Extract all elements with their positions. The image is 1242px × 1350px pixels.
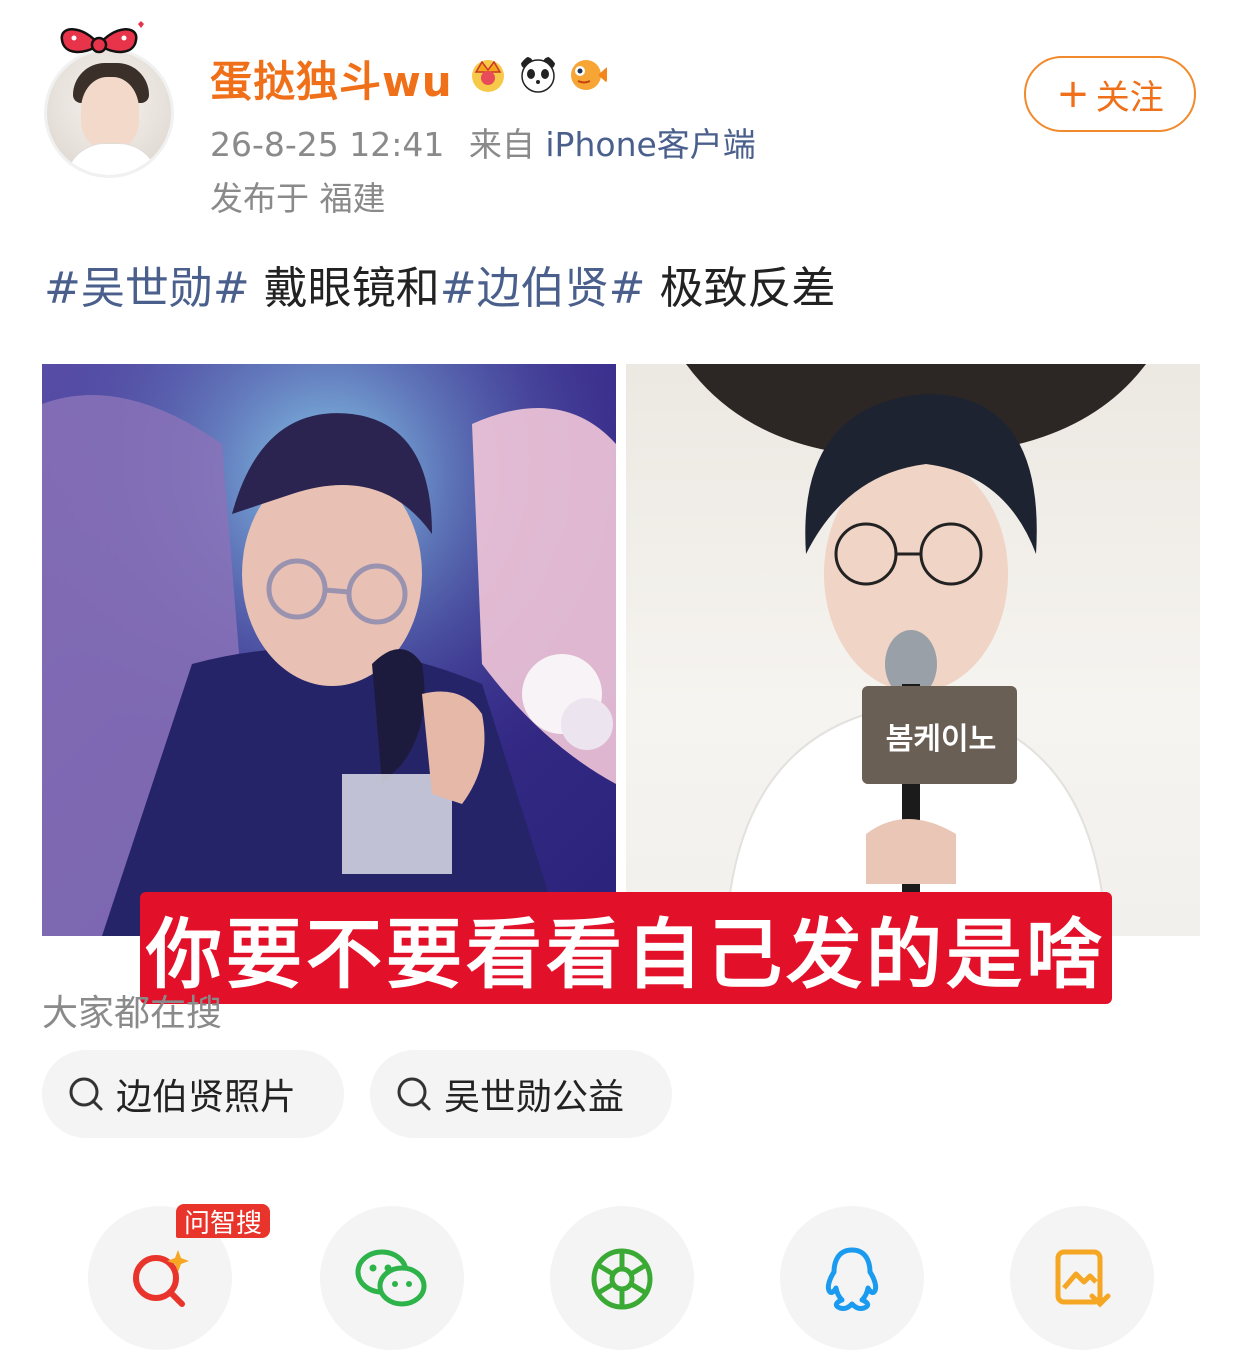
save-image-icon: [1055, 1249, 1111, 1308]
source-device[interactable]: iPhone客户端: [545, 125, 755, 164]
author-badges: [468, 54, 608, 94]
post-image-left[interactable]: [42, 364, 616, 936]
share-wechat-button[interactable]: [320, 1206, 464, 1350]
person-photo-illustration: [42, 364, 616, 936]
search-icon: [69, 1077, 103, 1111]
follow-button[interactable]: + 关注: [1024, 56, 1196, 132]
avatar-face: [81, 77, 139, 149]
qq-icon: [825, 1247, 879, 1311]
post-meta: 26-8-25 12:41 来自 iPhone客户端: [210, 118, 756, 166]
author-name[interactable]: 蛋挞独斗wu: [210, 48, 453, 109]
hashtag-link[interactable]: #吴世勋#: [44, 263, 250, 314]
wechat-icon: [355, 1249, 427, 1307]
moments-icon: [591, 1248, 653, 1310]
post-location: 发布于 福建: [210, 179, 386, 218]
bow-decoration-icon: [60, 21, 144, 54]
crown-badge-icon: [472, 60, 504, 92]
smart-search-icon: [133, 1250, 189, 1307]
person-photo-illustration: [686, 364, 1146, 936]
hashtag-link[interactable]: #边伯贤#: [440, 263, 646, 314]
panda-badge-icon: [521, 57, 555, 93]
share-save-image-button[interactable]: [1010, 1206, 1154, 1350]
search-chip-label: 边伯贤照片: [116, 1077, 297, 1118]
smart-search-badge: 问智搜: [176, 1204, 271, 1239]
post-text: #吴世勋# 戴眼镜和#边伯贤# 极致反差: [44, 252, 835, 316]
sign-text: 봄케이노: [885, 722, 997, 757]
caption-overlay: 你要不要看看自己发的是啥: [140, 892, 1112, 1004]
post-image-right[interactable]: 봄케이노: [626, 364, 1200, 936]
post-time: 26-8-25 12:41: [210, 125, 445, 164]
follow-label: 关注: [1095, 77, 1164, 118]
search-chip[interactable]: 边伯贤照片: [42, 1050, 344, 1138]
share-qq-button[interactable]: [780, 1206, 924, 1350]
post-text-segment: 极致反差: [645, 263, 836, 314]
share-moments-button[interactable]: [550, 1206, 694, 1350]
fish-badge-icon: [571, 60, 607, 90]
search-chip[interactable]: 吴世勋公益: [370, 1050, 672, 1138]
plus-icon: +: [1056, 71, 1090, 117]
trending-search-title: 大家都在搜: [42, 993, 223, 1034]
search-chip-label: 吴世勋公益: [444, 1077, 625, 1118]
avatar-shirt: [65, 143, 159, 175]
source-prefix: 来自: [468, 125, 535, 164]
search-icon: [397, 1077, 431, 1111]
post-text-segment: 戴眼镜和: [249, 263, 440, 314]
